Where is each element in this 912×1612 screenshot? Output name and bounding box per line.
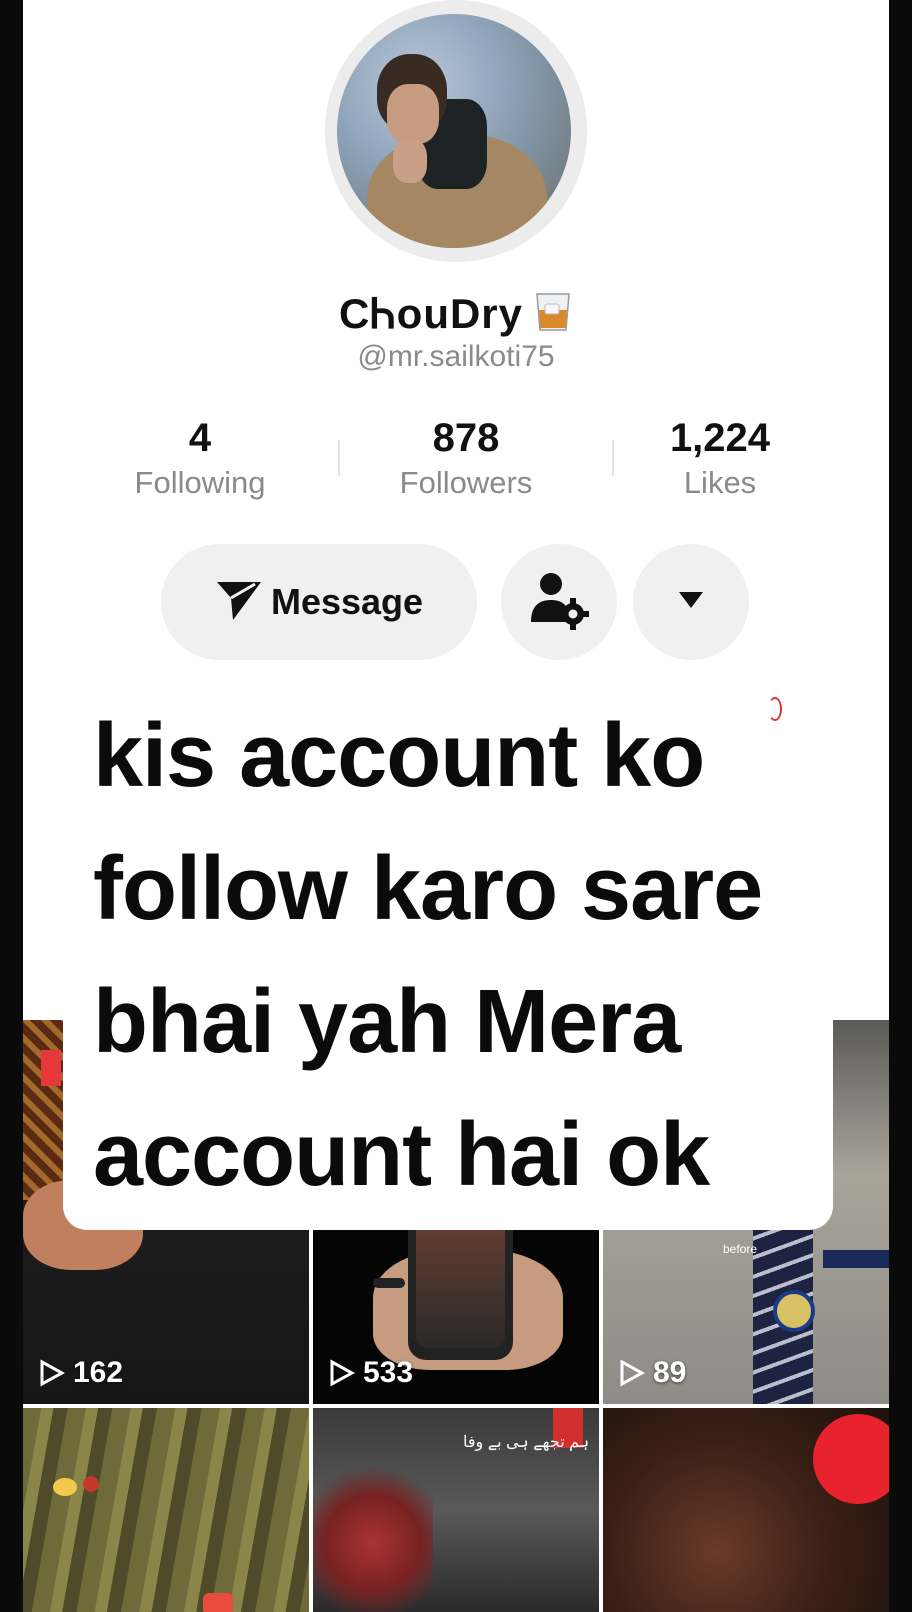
stat-following[interactable]: 4 Following xyxy=(100,416,300,502)
stat-label: Followers xyxy=(399,465,533,500)
play-icon xyxy=(620,1359,645,1387)
user-settings-icon xyxy=(529,570,589,635)
user-settings-button[interactable] xyxy=(501,544,617,660)
send-icon xyxy=(215,578,263,627)
caption-text: kis account ko follow karo sare bhai yah… xyxy=(93,690,853,1222)
stat-value: 878 xyxy=(432,416,500,460)
stat-label: Following xyxy=(134,465,266,500)
message-button[interactable]: Message xyxy=(161,544,477,660)
profile-page: CᏂouDry @mr.sailkoti75 4 Following 878 F… xyxy=(23,0,889,1612)
caption-line: follow karo sare xyxy=(93,839,763,939)
stat-value: 4 xyxy=(188,416,212,460)
stat-likes[interactable]: 1,224 Likes xyxy=(620,416,820,502)
stat-label: Likes xyxy=(683,465,757,500)
stat-divider xyxy=(612,440,614,476)
stat-divider xyxy=(338,440,340,476)
caret-down-icon xyxy=(677,590,705,615)
stat-followers[interactable]: 878 Followers xyxy=(366,416,566,502)
display-name: CᏂouDry xyxy=(23,290,889,344)
display-name-text: CᏂouDry xyxy=(338,290,524,338)
view-count-text: 162 xyxy=(73,1356,124,1389)
username: @mr.sailkoti75 xyxy=(357,340,555,373)
right-black-bar xyxy=(889,0,912,1612)
caption-line: kis account ko xyxy=(93,706,705,806)
whiskey-glass-icon xyxy=(533,290,573,344)
view-count: 533 xyxy=(329,1356,413,1390)
left-black-bar xyxy=(0,0,23,1612)
video-thumbnail[interactable] xyxy=(603,1408,889,1612)
video-thumbnail[interactable]: 533 xyxy=(313,1220,599,1404)
play-icon xyxy=(330,1359,355,1387)
play-icon xyxy=(40,1359,65,1387)
view-count-text: 533 xyxy=(363,1356,414,1389)
avatar[interactable] xyxy=(337,14,571,248)
video-thumbnail[interactable]: ہم تجھے ہی بے وفا xyxy=(313,1408,599,1612)
view-count-text: 89 xyxy=(653,1356,687,1389)
video-overlay-text: before xyxy=(723,1242,758,1256)
video-overlay-text: ہم تجھے ہی بے وفا xyxy=(463,1434,590,1451)
message-label: Message xyxy=(270,581,424,622)
caption-line: bhai yah Mera xyxy=(93,972,681,1072)
stat-value: 1,224 xyxy=(669,416,771,460)
more-button[interactable] xyxy=(633,544,749,660)
view-count: 89 xyxy=(619,1356,686,1390)
caption-line: account hai ok xyxy=(93,1105,710,1205)
view-count: 162 xyxy=(39,1356,123,1390)
video-thumbnail[interactable] xyxy=(23,1408,309,1612)
